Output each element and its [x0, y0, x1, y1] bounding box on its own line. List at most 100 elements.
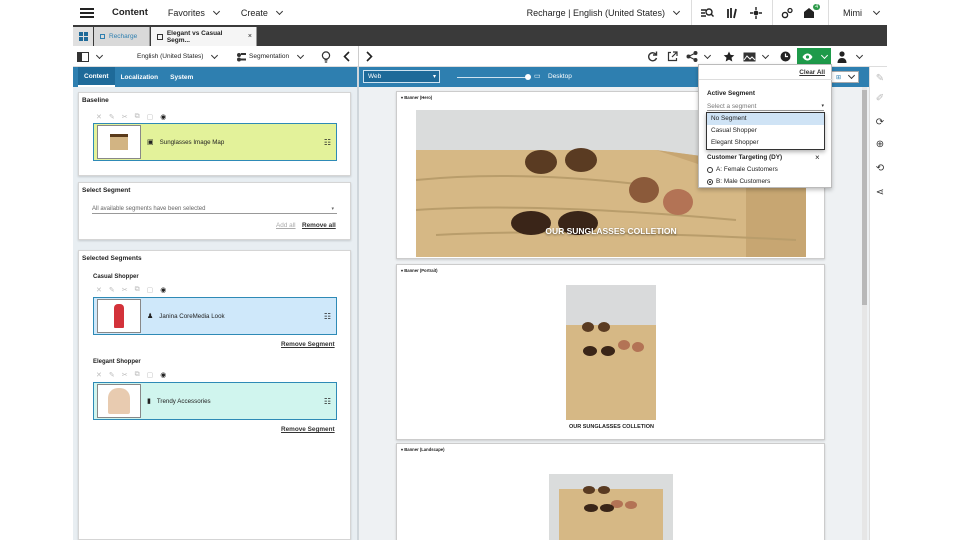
- search-replace-icon[interactable]: [700, 7, 714, 19]
- paste-icon[interactable]: ▢: [147, 113, 154, 121]
- chevron-down-icon: [855, 51, 864, 59]
- option-elegant-shopper[interactable]: Elegant Shopper: [707, 137, 824, 149]
- radio-button[interactable]: [707, 166, 713, 173]
- eye-icon[interactable]: ◉: [160, 113, 166, 121]
- back-arrow-icon[interactable]: [343, 46, 350, 67]
- banner-landscape[interactable]: ▾ Banner (Landscape): [396, 443, 825, 540]
- paste-icon[interactable]: ▢: [147, 371, 154, 379]
- tab-content[interactable]: Content: [78, 67, 115, 87]
- remove-all-link[interactable]: Remove all: [302, 222, 336, 229]
- lightbulb-icon[interactable]: [321, 46, 331, 67]
- option-casual-shopper[interactable]: Casual Shopper: [707, 125, 824, 137]
- radio-button-checked[interactable]: [707, 178, 713, 185]
- tab-localization[interactable]: Localization: [115, 67, 165, 87]
- cut-icon[interactable]: ✂: [122, 371, 128, 379]
- chevron-down-icon: [703, 51, 712, 59]
- zoom-slider[interactable]: [457, 77, 527, 78]
- left-panel-tabs: Content Localization System: [73, 67, 357, 87]
- settings-gear-icon[interactable]: [781, 7, 793, 19]
- customer-targeting-label: Customer Targeting (DY): [707, 154, 783, 161]
- persona-icon[interactable]: [837, 46, 864, 67]
- cut-icon[interactable]: ✂: [122, 286, 128, 294]
- favorites-menu[interactable]: Favorites: [168, 7, 220, 18]
- library-icon[interactable]: [726, 7, 738, 19]
- eye-icon[interactable]: ◉: [160, 286, 166, 294]
- panel-layout-button[interactable]: [77, 46, 104, 67]
- edit-icon[interactable]: ✎: [109, 286, 115, 294]
- item-actions: ✕ ✎ ✂ ⧉ ▢ ◉: [96, 286, 166, 294]
- segmentation-icon: ☷: [323, 396, 331, 406]
- share-icon[interactable]: ⋖: [874, 187, 886, 199]
- eye-icon[interactable]: ◉: [160, 371, 166, 379]
- device-label[interactable]: Desktop: [548, 73, 572, 80]
- banner-portrait[interactable]: ▾ Banner (Portrait) OUR SUNGLASSES COLLE…: [396, 264, 825, 440]
- cut-icon[interactable]: ✂: [122, 113, 128, 121]
- remove-segment-link[interactable]: Remove Segment: [281, 426, 335, 433]
- copy-icon[interactable]: ⧉: [135, 113, 140, 121]
- option-no-segment[interactable]: No Segment: [707, 113, 824, 125]
- document-icon: ▮: [147, 398, 151, 405]
- remove-segment-link[interactable]: Remove Segment: [281, 341, 335, 348]
- copy-icon[interactable]: ⧉: [135, 371, 140, 379]
- dropdown-arrow-icon: ▾: [432, 74, 436, 80]
- translate-icon[interactable]: ⟳: [874, 117, 886, 129]
- selected-segments-card: Selected Segments Casual Shopper ✕ ✎ ✂ ⧉ ▢ ◉…: [78, 250, 351, 540]
- copy-icon[interactable]: ⧉: [135, 286, 140, 294]
- zoom-slider-handle[interactable]: [525, 74, 531, 80]
- casual-shopper-item[interactable]: ♟ Janina CoreMedia Look ☷: [93, 297, 337, 335]
- tab-recharge[interactable]: Recharge: [94, 27, 150, 46]
- locale-selector[interactable]: English (United States): [137, 46, 219, 67]
- radio-female-customers[interactable]: A: Female Customers: [707, 166, 778, 173]
- edit-icon[interactable]: ✎: [109, 113, 115, 121]
- left-panel: Baseline ✕ ✎ ✂ ⧉ ▢ ◉ ▣ Sunglasses Image Map …: [73, 87, 357, 540]
- tab-system[interactable]: System: [164, 67, 199, 87]
- baseline-heading: Baseline: [82, 97, 109, 104]
- segmentation-selector[interactable]: Segmentation: [236, 46, 305, 67]
- segment-select[interactable]: All available segments have been selecte…: [92, 205, 337, 214]
- view-mode-toggle[interactable]: ⊞: [831, 71, 859, 83]
- forward-arrow-icon[interactable]: [366, 46, 373, 67]
- hamburger-menu-icon[interactable]: [80, 7, 94, 18]
- segmentation-icon: ☷: [323, 311, 331, 321]
- sunglasses-thumbnail: [97, 125, 141, 159]
- annotate-icon[interactable]: ✎: [874, 73, 886, 85]
- janina-thumbnail: [97, 299, 141, 333]
- clear-all-link[interactable]: Clear All: [799, 69, 825, 76]
- notifications-icon[interactable]: 4: [803, 3, 820, 19]
- pencil-icon[interactable]: ✐: [874, 93, 886, 105]
- remove-icon[interactable]: ✕: [96, 371, 102, 379]
- segment-preview-toggle[interactable]: [797, 48, 831, 65]
- document-icon: [157, 33, 163, 40]
- chevron-down-icon: [847, 71, 856, 80]
- close-tab-icon[interactable]: ×: [248, 33, 252, 40]
- globe-icon[interactable]: ⊕: [874, 139, 886, 151]
- sync-icon[interactable]: ⟲: [874, 163, 886, 175]
- tab-overview-button[interactable]: [73, 27, 93, 46]
- user-menu[interactable]: Mimi: [843, 7, 881, 18]
- preview-scrollbar[interactable]: [862, 87, 867, 540]
- active-segment-select[interactable]: Select a segment ▾: [707, 102, 824, 111]
- close-icon[interactable]: ×: [815, 153, 820, 162]
- selected-segments-heading: Selected Segments: [82, 255, 142, 262]
- open-external-icon[interactable]: [667, 46, 678, 67]
- notification-count-badge: 4: [813, 3, 820, 10]
- create-menu[interactable]: Create: [241, 7, 283, 18]
- chevron-down-icon: [820, 51, 828, 59]
- remove-icon[interactable]: ✕: [96, 113, 102, 121]
- workflow-icon[interactable]: [750, 6, 762, 19]
- chevron-down-icon: [761, 51, 770, 59]
- tab-elegant-vs-casual[interactable]: Elegant vs Casual Segm... ×: [151, 27, 257, 46]
- radio-male-customers[interactable]: B: Male Customers: [707, 178, 770, 185]
- paste-icon[interactable]: ▢: [147, 286, 154, 294]
- baseline-item[interactable]: ▣ Sunglasses Image Map ☷: [93, 123, 337, 161]
- segment-popup: Clear All Active Segment Select a segmen…: [698, 64, 833, 188]
- chevron-down-icon: [275, 7, 283, 15]
- channel-select[interactable]: Web ▾: [363, 70, 440, 83]
- edit-icon[interactable]: ✎: [109, 371, 115, 379]
- site-selector[interactable]: Recharge | English (United States): [527, 7, 681, 18]
- remove-icon[interactable]: ✕: [96, 286, 102, 294]
- refresh-icon[interactable]: [647, 46, 658, 67]
- image-map-icon: ▣: [147, 139, 154, 146]
- add-all-link[interactable]: Add all: [276, 222, 296, 229]
- elegant-shopper-item[interactable]: ▮ Trendy Accessories ☷: [93, 382, 337, 420]
